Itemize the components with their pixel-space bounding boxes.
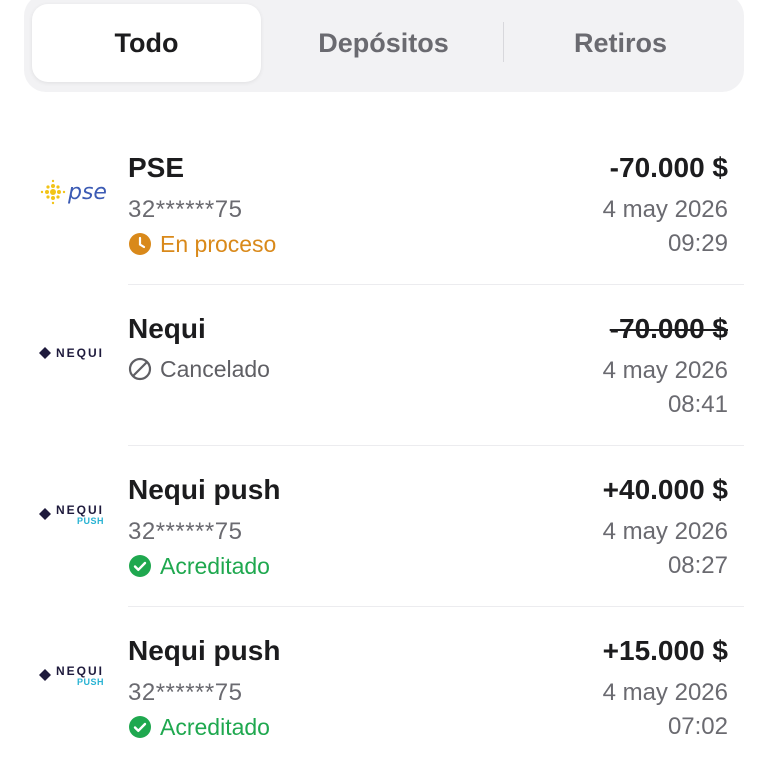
transaction-row[interactable]: pse PSE 32******75 En proceso -70.000 $ … [0,124,768,285]
transaction-amount: +15.000 $ [602,635,728,666]
pse-logo: pse [38,174,110,210]
nequi-diamond-icon [39,347,51,359]
status-label: Acreditado [160,552,270,579]
transaction-account: 32******75 [128,679,243,706]
nequi-push-logo: NEQUI PUSH [38,496,110,532]
transaction-time: 08:41 [667,391,728,418]
transaction-date: 4 may 2026 [602,518,728,545]
nequi-logo-text: NEQUI [56,346,105,360]
transaction-time: 09:29 [667,230,728,257]
status-badge: Acreditado [128,713,270,741]
nequi-diamond-icon [39,669,51,681]
cancel-icon [128,357,152,381]
transaction-amount: -70.000 $ [609,152,728,183]
status-label: Acreditado [160,713,270,740]
transaction-account: 32******75 [128,518,243,545]
check-icon [128,554,152,578]
status-badge: En proceso [128,230,276,258]
tab-retiros[interactable]: Retiros [506,4,735,82]
transaction-account: 32******75 [128,196,243,223]
transaction-method: Nequi [128,313,206,344]
status-badge: Acreditado [128,552,270,580]
status-label: En proceso [160,230,277,257]
tab-divider [503,22,504,62]
transaction-date: 4 may 2026 [602,357,728,384]
transaction-method: PSE [128,152,185,183]
tab-depositos[interactable]: Depósitos [269,4,498,82]
transaction-method: Nequi push [128,474,281,505]
status-badge: Cancelado [128,355,270,383]
transaction-date: 4 may 2026 [602,196,728,223]
transaction-filter-tabs: Todo Depósitos Retiros [24,0,744,92]
transaction-time: 07:02 [667,713,728,740]
check-icon [128,715,152,739]
pse-sun-icon [40,179,66,205]
nequi-diamond-icon [39,508,51,520]
nequi-logo-text: NEQUI [56,663,105,678]
nequi-push-logo: NEQUI PUSH [38,657,110,693]
pse-logo-text: pse [68,179,107,205]
transaction-time: 08:27 [667,552,728,579]
transaction-method: Nequi push [128,635,281,666]
tab-todo[interactable]: Todo [32,4,261,82]
transaction-amount: -70.000 $ [609,313,728,344]
transaction-row[interactable]: NEQUI PUSH Nequi push 32******75 Acredit… [0,446,768,607]
status-label: Cancelado [160,355,270,382]
transaction-amount: +40.000 $ [602,474,728,505]
transaction-date: 4 may 2026 [602,679,728,706]
clock-icon [128,232,152,256]
push-logo-text: PUSH [77,515,105,526]
push-logo-text: PUSH [77,676,105,687]
nequi-logo: NEQUI [38,335,110,371]
transaction-row[interactable]: NEQUI Nequi Cancelado -70.000 $ 4 may 20… [0,285,768,446]
nequi-logo-text: NEQUI [56,502,105,517]
transaction-row[interactable]: NEQUI PUSH Nequi push 32******75 Acredit… [0,607,768,768]
